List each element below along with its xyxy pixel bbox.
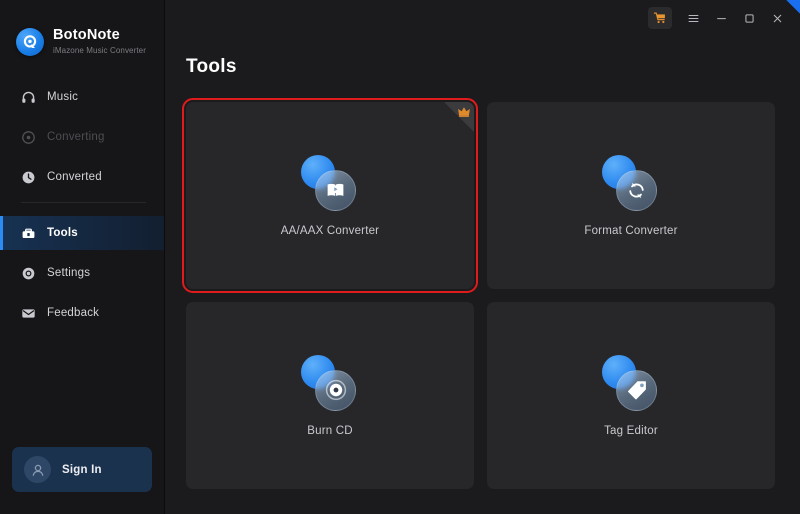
tool-card-label: Format Converter xyxy=(584,224,678,237)
sidebar-item-music[interactable]: Music xyxy=(0,80,164,114)
clock-icon xyxy=(21,170,36,185)
hamburger-menu-icon[interactable] xyxy=(680,5,706,31)
sidebar-item-label: Settings xyxy=(47,267,91,279)
main-content: Tools AA/AAX Converter Format Converter … xyxy=(165,0,800,514)
sidebar-item-label: Converting xyxy=(47,131,105,143)
sidebar-divider xyxy=(21,202,146,203)
shopping-cart-icon[interactable] xyxy=(648,7,672,29)
icon-blob-front xyxy=(315,169,356,211)
refresh-sync-icon xyxy=(600,154,662,211)
botonote-logo-icon xyxy=(16,27,44,56)
minimize-icon[interactable] xyxy=(708,5,734,31)
brand-subtitle: iMazone Music Converter xyxy=(53,45,146,55)
compact-disc-icon xyxy=(299,354,361,411)
tools-grid: AA/AAX Converter Format Converter Burn C… xyxy=(165,78,800,514)
sidebar-item-settings[interactable]: Settings xyxy=(0,256,164,290)
maximize-icon[interactable] xyxy=(736,5,762,31)
sign-in-button[interactable]: Sign In xyxy=(12,447,152,492)
toolbox-icon xyxy=(21,226,36,241)
crown-icon xyxy=(457,105,471,124)
tool-card-label: Burn CD xyxy=(307,424,353,437)
sidebar-nav: Music Converting Converted Tools Setting… xyxy=(0,80,164,336)
headphones-icon xyxy=(21,90,36,105)
sidebar-item-label: Feedback xyxy=(47,307,100,319)
tool-card-format-converter[interactable]: Format Converter xyxy=(487,102,775,289)
brand: BotoNote iMazone Music Converter xyxy=(0,0,164,66)
sidebar-item-label: Tools xyxy=(47,227,78,239)
icon-blob-front xyxy=(616,169,657,211)
brand-title: BotoNote xyxy=(53,26,120,43)
envelope-icon xyxy=(21,306,36,321)
tool-card-label: Tag Editor xyxy=(604,424,658,437)
sidebar-item-label: Music xyxy=(47,91,79,103)
premium-crown-badge xyxy=(444,102,474,132)
tool-card-label: AA/AAX Converter xyxy=(280,224,380,237)
sidebar-item-tools[interactable]: Tools xyxy=(0,216,164,250)
price-tag-icon xyxy=(600,354,662,411)
sidebar-item-label: Converted xyxy=(47,171,102,183)
converting-icon xyxy=(21,130,36,145)
tool-card-aa-aax-converter[interactable]: AA/AAX Converter xyxy=(182,98,478,293)
tool-card-burn-cd[interactable]: Burn CD xyxy=(186,302,474,489)
user-avatar-icon xyxy=(24,456,51,483)
tool-card-tag-editor[interactable]: Tag Editor xyxy=(487,302,775,489)
icon-blob-front xyxy=(616,369,657,411)
window-titlebar xyxy=(648,0,800,36)
close-icon[interactable] xyxy=(764,5,790,31)
sidebar-item-converted[interactable]: Converted xyxy=(0,160,164,194)
gear-icon xyxy=(21,266,36,281)
audiobook-play-icon xyxy=(299,154,361,211)
app-window: BotoNote iMazone Music Converter Music C… xyxy=(0,0,800,514)
sidebar-item-feedback[interactable]: Feedback xyxy=(0,296,164,330)
sidebar: BotoNote iMazone Music Converter Music C… xyxy=(0,0,165,514)
icon-blob-front xyxy=(315,369,356,411)
sidebar-item-converting[interactable]: Converting xyxy=(0,120,164,154)
sign-in-label: Sign In xyxy=(62,463,102,476)
